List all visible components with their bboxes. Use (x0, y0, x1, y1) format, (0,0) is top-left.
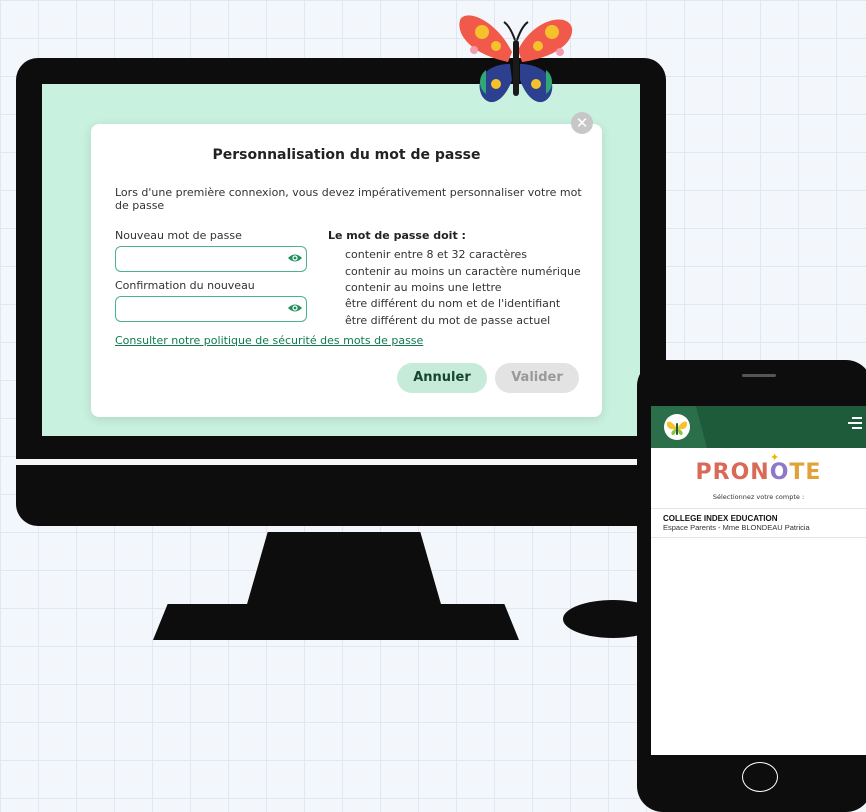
phone-speaker (742, 374, 776, 377)
divider (651, 537, 866, 538)
menu-icon[interactable] (848, 417, 862, 431)
confirm-password-field[interactable] (115, 296, 307, 322)
confirm-password-label: Confirmation du nouveau (115, 279, 255, 292)
validate-button[interactable]: Valider (495, 363, 579, 393)
monitor-stand-neck (246, 532, 442, 606)
divider (651, 508, 866, 509)
dialog-title: Personnalisation du mot de passe (212, 147, 481, 163)
school-name[interactable]: COLLEGE INDEX EDUCATION (663, 514, 778, 523)
account-name[interactable]: Espace Parents - Mme BLONDEAU Patricia (663, 523, 810, 532)
phone-screen (651, 406, 866, 755)
pronote-logo (664, 414, 690, 440)
rule-item: contenir entre 8 et 32 caractères (345, 248, 527, 261)
app-name-part: O (769, 460, 790, 485)
monitor-chin-line (16, 459, 666, 465)
app-name-part: PRON (695, 460, 770, 485)
monitor-stand-base (153, 604, 519, 640)
dialog-intro: Lors d'une première connexion, vous deve… (115, 186, 582, 212)
rule-item: être différent du mot de passe actuel (345, 314, 551, 327)
new-password-field[interactable] (115, 246, 307, 272)
close-icon[interactable]: ✕ (571, 112, 593, 134)
account-prompt: Sélectionnez votre compte : (712, 493, 805, 501)
rules-title: Le mot de passe doit : (328, 229, 466, 242)
app-name-part: TE (789, 460, 822, 485)
rule-item: être différent du nom et de l'identifian… (345, 297, 561, 310)
rule-item: contenir au moins une lettre (345, 281, 502, 294)
cancel-button[interactable]: Annuler (397, 363, 487, 393)
app-name: PRONOTE (651, 460, 866, 485)
butterfly-icon (666, 421, 688, 435)
eye-icon[interactable] (287, 252, 303, 264)
security-policy-link[interactable]: Consulter notre politique de sécurité de… (115, 334, 423, 347)
new-password-label: Nouveau mot de passe (115, 229, 242, 242)
butterfly-logo (459, 15, 573, 103)
eye-icon[interactable] (287, 302, 303, 314)
home-button[interactable] (742, 762, 778, 792)
rule-item: contenir au moins un caractère numérique (345, 265, 581, 278)
